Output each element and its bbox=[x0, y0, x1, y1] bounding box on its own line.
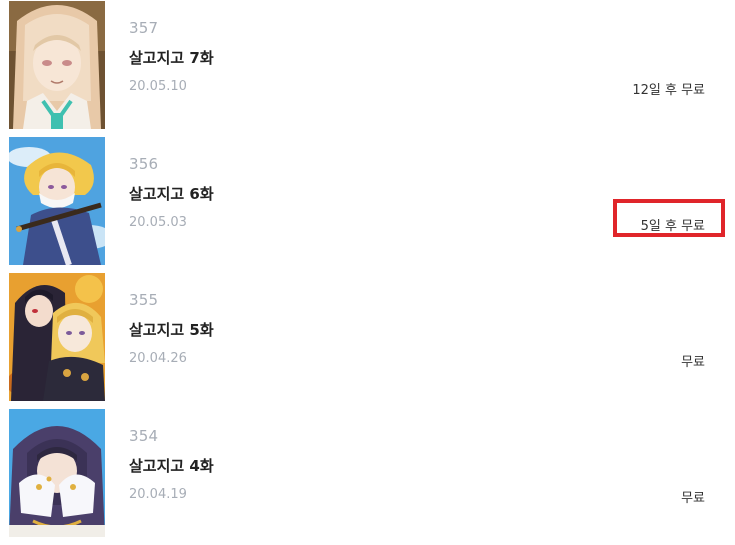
highlight-box bbox=[613, 199, 725, 237]
episode-row-355[interactable]: 355 살고지고 5화 20.04.26 무료 bbox=[0, 272, 735, 402]
episode-thumbnail-356[interactable] bbox=[9, 137, 105, 265]
episode-row-354[interactable]: 354 살고지고 4화 20.04.19 무료 bbox=[0, 408, 735, 538]
episode-thumbnail-357[interactable] bbox=[9, 1, 105, 129]
episode-row-356[interactable]: 356 살고지고 6화 20.05.03 5일 후 무료 bbox=[0, 136, 735, 266]
episode-row-357[interactable]: 357 살고지고 7화 20.05.10 12일 후 무료 bbox=[0, 0, 735, 130]
episode-thumbnail-354[interactable] bbox=[9, 409, 105, 537]
episode-number: 356 bbox=[129, 155, 159, 173]
episode-status: 무료 bbox=[681, 491, 705, 506]
episode-status: 무료 bbox=[681, 355, 705, 370]
episode-title: 살고지고 7화 bbox=[129, 49, 214, 67]
episode-title: 살고지고 4화 bbox=[129, 457, 214, 475]
episode-title: 살고지고 5화 bbox=[129, 321, 214, 339]
episode-date: 20.05.10 bbox=[129, 79, 187, 94]
episode-list: 357 살고지고 7화 20.05.10 12일 후 무료 356 살고지고 6… bbox=[0, 0, 735, 545]
episode-date: 20.04.26 bbox=[129, 351, 187, 366]
episode-number: 357 bbox=[129, 19, 159, 37]
episode-title: 살고지고 6화 bbox=[129, 185, 214, 203]
episode-thumbnail-355[interactable] bbox=[9, 273, 105, 401]
episode-number: 355 bbox=[129, 291, 159, 309]
episode-status: 12일 후 무료 bbox=[632, 83, 705, 98]
episode-number: 354 bbox=[129, 427, 159, 445]
episode-date: 20.04.19 bbox=[129, 487, 187, 502]
episode-date: 20.05.03 bbox=[129, 215, 187, 230]
